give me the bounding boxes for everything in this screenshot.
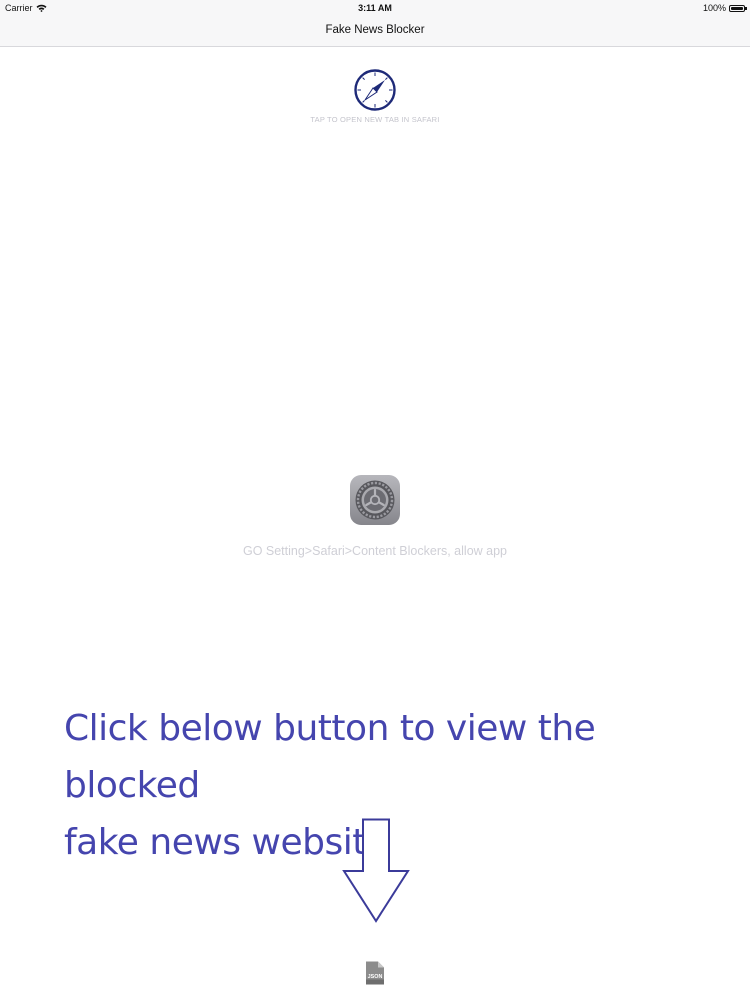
page-title: Fake News Blocker [325, 24, 425, 36]
open-settings-button[interactable] [350, 475, 400, 525]
open-safari-button[interactable] [353, 68, 397, 112]
down-arrow-icon [342, 818, 410, 923]
json-file-label: JSON [368, 974, 383, 980]
safari-caption: TAP TO OPEN NEW TAB IN SAFARI [310, 115, 440, 124]
app-screen: Carrier 3:11 AM 100% Fake News Blocker T… [0, 0, 750, 1000]
view-blocked-list-button[interactable]: JSON [365, 961, 385, 985]
annotation-line-1: Click below button to view the blocked [64, 708, 596, 806]
settings-caption: GO Setting>Safari>Content Blockers, allo… [242, 544, 508, 558]
json-file-icon: JSON [366, 961, 384, 985]
status-battery: 100% [702, 3, 747, 13]
status-time: 3:11 AM [358, 3, 392, 13]
status-bar: Carrier 3:11 AM 100% [0, 0, 750, 16]
battery-percent: 100% [702, 3, 726, 13]
safari-compass-icon [354, 69, 396, 111]
navigation-bar: Fake News Blocker [0, 16, 750, 47]
battery-icon [729, 4, 747, 12]
settings-gear-icon [355, 480, 395, 520]
